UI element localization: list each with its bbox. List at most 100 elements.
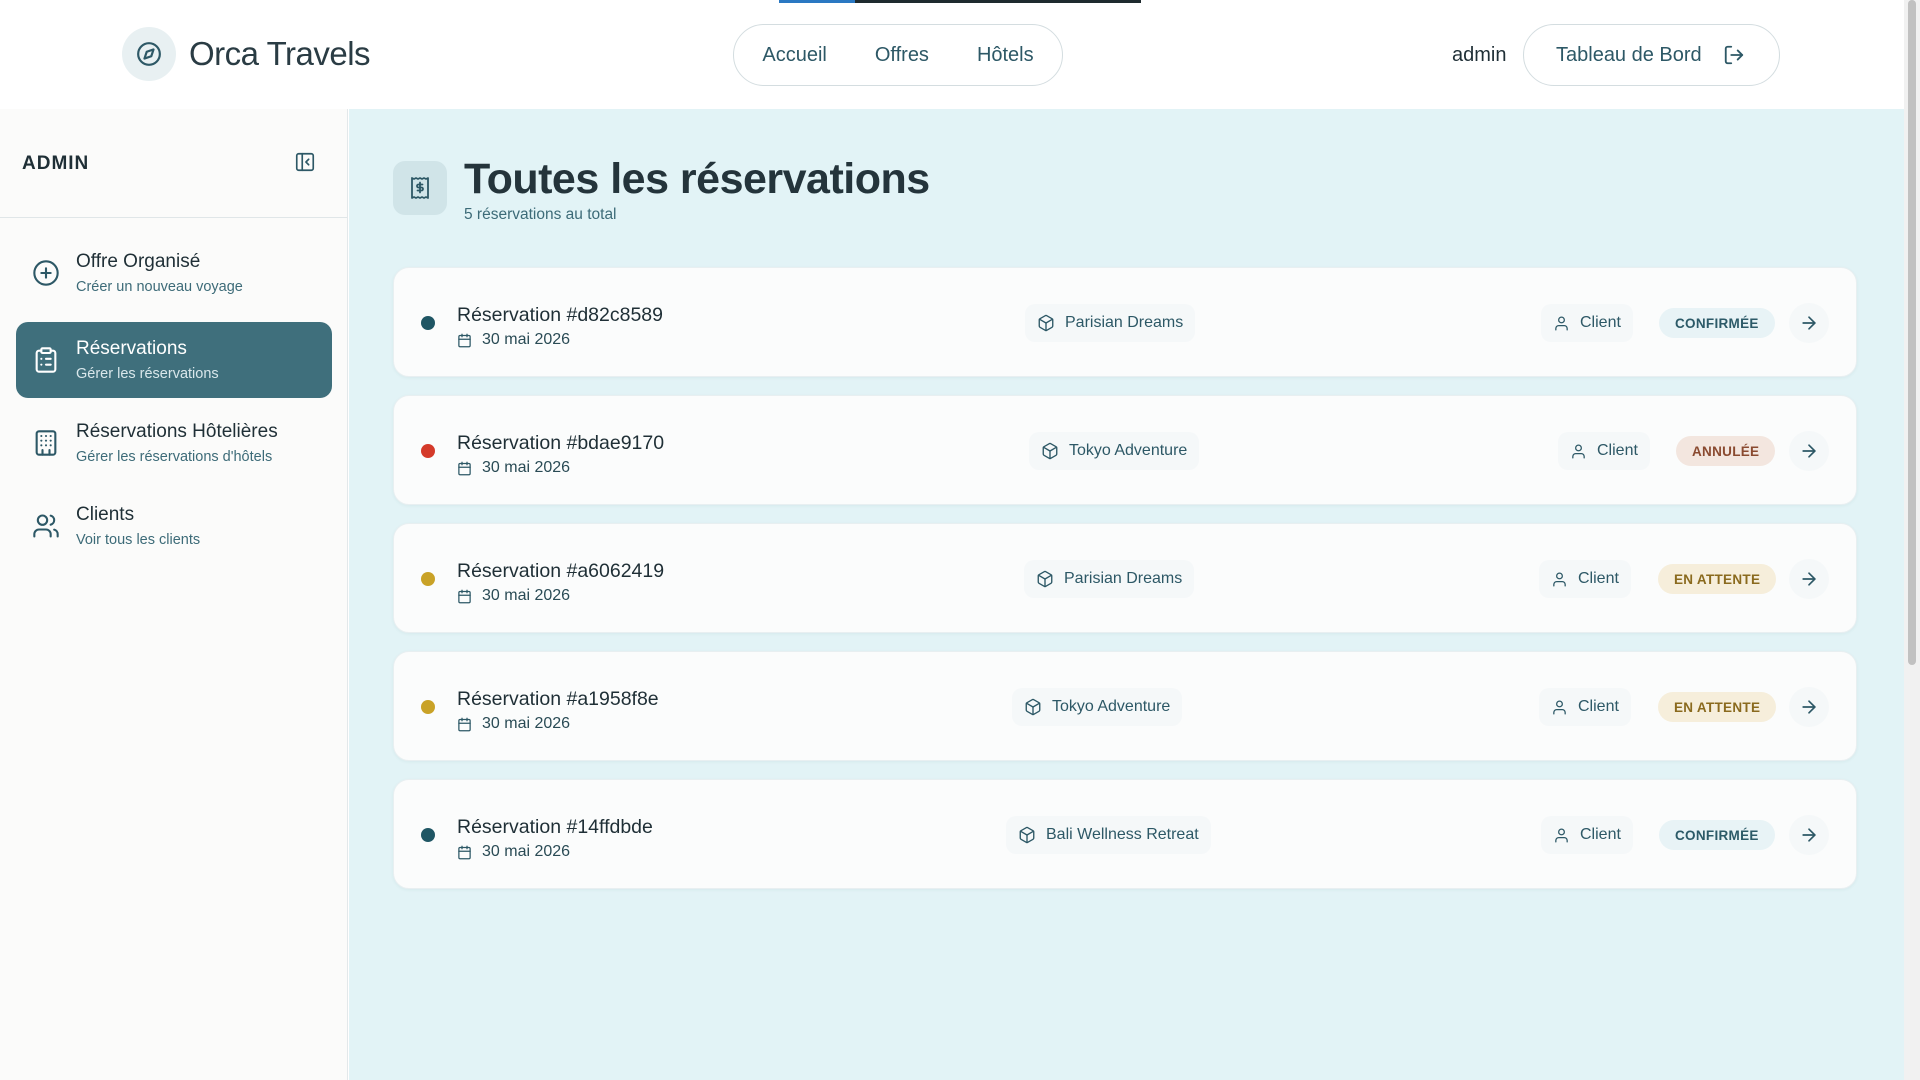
scrollbar-thumb[interactable]	[1908, 0, 1916, 665]
reservation-date: 30 mai 2026	[457, 843, 570, 861]
reservation-id: Réservation #d82c8589	[457, 304, 663, 326]
clipboard-list-icon	[16, 346, 76, 374]
client-name: Client	[1597, 442, 1638, 459]
offer-chip: Tokyo Adventure	[1012, 688, 1183, 726]
brand-logo-link[interactable]: Orca Travels	[122, 27, 371, 81]
status-dot	[421, 700, 435, 714]
arrow-right-icon	[1799, 441, 1819, 461]
user-icon	[1553, 315, 1570, 332]
package-icon	[1041, 442, 1059, 460]
arrow-right-icon	[1799, 825, 1819, 845]
logout-icon[interactable]	[1723, 44, 1745, 72]
nav-link-hotels[interactable]: Hôtels	[977, 44, 1034, 67]
package-icon	[1018, 826, 1036, 844]
sidebar-item-reservations-hotelieres[interactable]: Réservations Hôtelières Gérer les réserv…	[16, 405, 332, 481]
reservation-id: Réservation #a1958f8e	[457, 688, 659, 710]
view-reservation-button[interactable]	[1789, 687, 1829, 727]
top-header: Orca Travels Accueil Offres Hôtels admin…	[0, 0, 1904, 109]
reservation-date: 30 mai 2026	[457, 587, 570, 605]
status-badge: CONFIRMÉE	[1659, 820, 1775, 850]
status-badge: ANNULÉE	[1676, 436, 1776, 466]
offer-name: Parisian Dreams	[1064, 570, 1183, 587]
calendar-icon	[457, 589, 472, 604]
calendar-icon	[457, 717, 472, 732]
arrow-right-icon	[1799, 569, 1819, 589]
page-scrollbar[interactable]	[1904, 0, 1920, 1080]
client-chip: Client	[1539, 688, 1631, 726]
user-icon	[1551, 699, 1568, 716]
nav-link-accueil[interactable]: Accueil	[762, 44, 826, 67]
client-name: Client	[1578, 570, 1619, 587]
sidebar-item-description: Gérer les réservations d'hôtels	[76, 449, 273, 465]
sidebar-title: ADMIN	[22, 153, 90, 174]
reservation-card[interactable]: Réservation #a1958f8e 30 mai 2026 Tokyo …	[393, 651, 1857, 761]
view-reservation-button[interactable]	[1789, 559, 1829, 599]
offer-chip: Parisian Dreams	[1025, 304, 1196, 342]
status-badge: EN ATTENTE	[1658, 692, 1777, 722]
view-reservation-button[interactable]	[1789, 815, 1829, 855]
offer-name: Tokyo Adventure	[1052, 698, 1171, 715]
offer-chip: Parisian Dreams	[1024, 560, 1195, 598]
client-chip: Client	[1541, 816, 1633, 854]
page-title: Toutes les réservations	[464, 155, 930, 203]
status-badge: EN ATTENTE	[1658, 564, 1777, 594]
main-nav: Accueil Offres Hôtels	[733, 24, 1063, 86]
status-dot	[421, 316, 435, 330]
client-name: Client	[1578, 698, 1619, 715]
status-dot	[421, 828, 435, 842]
sidebar-item-label: Réservations Hôtelières	[76, 421, 278, 442]
reservation-id: Réservation #a6062419	[457, 560, 665, 582]
calendar-icon	[457, 845, 472, 860]
view-reservation-button[interactable]	[1789, 431, 1829, 471]
user-icon	[1551, 571, 1568, 588]
reservation-date-text: 30 mai 2026	[482, 843, 571, 860]
status-dot	[421, 572, 435, 586]
package-icon	[1024, 698, 1042, 716]
brand-name: Orca Travels	[189, 35, 371, 72]
reservation-date: 30 mai 2026	[457, 715, 570, 733]
user-icon	[1553, 827, 1570, 844]
dashboard-button[interactable]: Tableau de Bord	[1523, 24, 1780, 86]
sidebar-collapse-icon[interactable]	[294, 151, 316, 178]
users-icon	[16, 512, 76, 540]
status-badge: CONFIRMÉE	[1659, 308, 1775, 338]
offer-name: Tokyo Adventure	[1069, 442, 1188, 459]
current-user-name: admin	[1452, 44, 1507, 66]
reservation-card[interactable]: Réservation #14ffdbde 30 mai 2026 Bali W…	[393, 779, 1857, 889]
arrow-right-icon	[1799, 697, 1819, 717]
offer-name: Parisian Dreams	[1065, 314, 1184, 331]
reservation-card[interactable]: Réservation #bdae9170 30 mai 2026 Tokyo …	[393, 395, 1857, 505]
user-icon	[1570, 443, 1587, 460]
receipt-icon	[393, 161, 447, 215]
status-dot	[421, 444, 435, 458]
reservation-date-text: 30 mai 2026	[482, 459, 571, 476]
reservation-id: Réservation #14ffdbde	[457, 816, 653, 838]
sidebar-item-description: Voir tous les clients	[76, 532, 201, 548]
sidebar-item-offre-organise[interactable]: Offre Organisé Créer un nouveau voyage	[16, 235, 332, 311]
offer-chip: Tokyo Adventure	[1029, 432, 1200, 470]
main-content: Toutes les réservations 5 réservations a…	[349, 109, 1904, 1080]
client-chip: Client	[1558, 432, 1650, 470]
package-icon	[1037, 314, 1055, 332]
sidebar-item-label: Clients	[76, 504, 135, 525]
sidebar-item-reservations[interactable]: Réservations Gérer les réservations	[16, 322, 332, 398]
package-icon	[1036, 570, 1054, 588]
sidebar-item-clients[interactable]: Clients Voir tous les clients	[16, 488, 332, 564]
client-chip: Client	[1539, 560, 1631, 598]
view-reservation-button[interactable]	[1789, 303, 1829, 343]
sidebar-item-description: Gérer les réservations	[76, 366, 219, 382]
reservation-date-text: 30 mai 2026	[482, 715, 571, 732]
reservation-card[interactable]: Réservation #a6062419 30 mai 2026 Parisi…	[393, 523, 1857, 633]
nav-link-offres[interactable]: Offres	[875, 44, 929, 67]
offer-chip: Bali Wellness Retreat	[1006, 816, 1211, 854]
loading-progress-fill	[779, 0, 856, 3]
client-name: Client	[1580, 826, 1621, 843]
dashboard-label: Tableau de Bord	[1556, 43, 1702, 66]
reservation-card[interactable]: Réservation #d82c8589 30 mai 2026 Parisi…	[393, 267, 1857, 377]
reservation-date-text: 30 mai 2026	[482, 587, 571, 604]
reservation-date-text: 30 mai 2026	[482, 331, 571, 348]
admin-sidebar: ADMIN Offre Organisé Créer un nouveau vo…	[0, 109, 348, 1080]
reservation-id: Réservation #bdae9170	[457, 432, 665, 454]
building-icon	[16, 429, 76, 457]
client-chip: Client	[1541, 304, 1633, 342]
